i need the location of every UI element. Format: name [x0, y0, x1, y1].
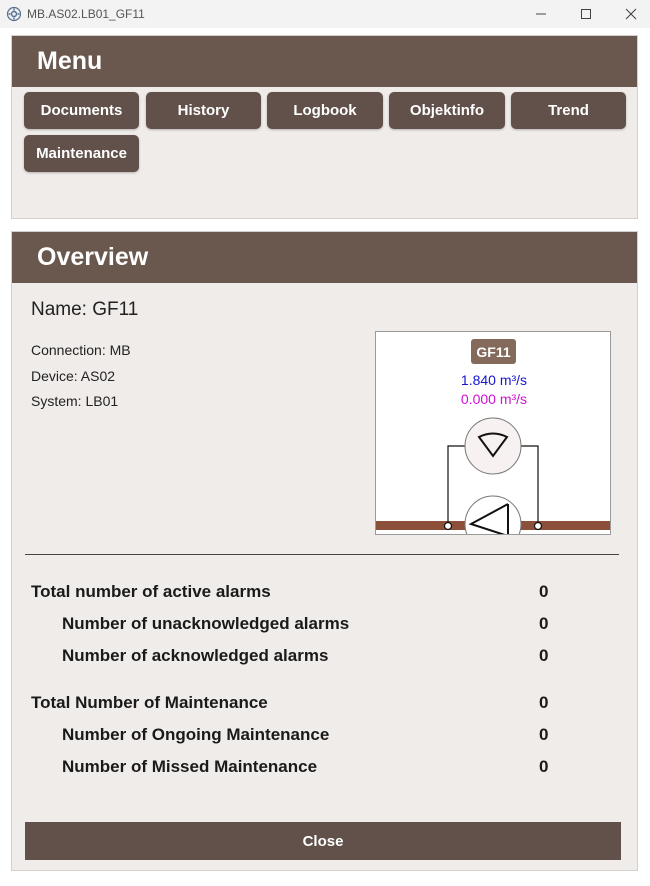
close-button[interactable]: Close [25, 822, 621, 860]
total-maintenance-value: 0 [539, 693, 549, 712]
object-name: Name: GF11 [31, 299, 139, 320]
logbook-button[interactable]: Logbook [267, 92, 383, 129]
trend-button[interactable]: Trend [511, 92, 626, 129]
total-maintenance-label: Total Number of Maintenance [31, 693, 268, 712]
duct-node-left [443, 521, 453, 531]
overview-panel: Overview Name: GF11 Connection: MB Devic… [11, 231, 638, 871]
maximize-button[interactable] [563, 0, 609, 28]
close-icon [625, 8, 637, 20]
fan-symbol [464, 495, 522, 534]
overview-header: Overview [12, 232, 637, 283]
maintenance-button[interactable]: Maintenance [24, 135, 139, 172]
unacknowledged-alarms-value: 0 [539, 614, 549, 633]
documents-button[interactable]: Documents [24, 92, 139, 129]
device-info: Device: AS02 [31, 368, 116, 384]
acknowledged-alarms-label: Number of acknowledged alarms [62, 646, 329, 665]
window-close-button[interactable] [608, 0, 650, 28]
connection-info: Connection: MB [31, 342, 131, 358]
acknowledged-alarms-value: 0 [539, 646, 549, 665]
total-active-alarms-value: 0 [539, 582, 549, 601]
missed-maintenance-label: Number of Missed Maintenance [62, 757, 318, 776]
fan-diagram [376, 417, 610, 534]
history-button[interactable]: History [146, 92, 261, 129]
fan-symbol-panel: GF11 1.840 m³/s 0.000 m³/s [375, 331, 611, 535]
missed-maintenance-value: 0 [539, 757, 549, 776]
section-divider [25, 554, 619, 555]
menu-header: Menu [12, 36, 637, 87]
minimize-icon [536, 13, 546, 15]
objektinfo-button[interactable]: Objektinfo [389, 92, 505, 129]
ongoing-maintenance-label: Number of Ongoing Maintenance [62, 725, 330, 744]
duct-node-right [533, 521, 543, 531]
window-title: MB.AS02.LB01_GF11 [27, 7, 145, 21]
ongoing-maintenance-value: 0 [539, 725, 549, 744]
system-info: System: LB01 [31, 393, 119, 409]
window-titlebar: MB.AS02.LB01_GF11 [0, 0, 650, 28]
maximize-icon [581, 9, 591, 19]
minimize-button[interactable] [518, 0, 564, 28]
damper-symbol [464, 417, 522, 475]
menu-panel: Menu Documents History Logbook Objektinf… [11, 35, 638, 219]
unacknowledged-alarms-label: Number of unacknowledged alarms [62, 614, 350, 633]
total-active-alarms-label: Total number of active alarms [31, 582, 271, 601]
app-gear-icon [6, 6, 22, 22]
